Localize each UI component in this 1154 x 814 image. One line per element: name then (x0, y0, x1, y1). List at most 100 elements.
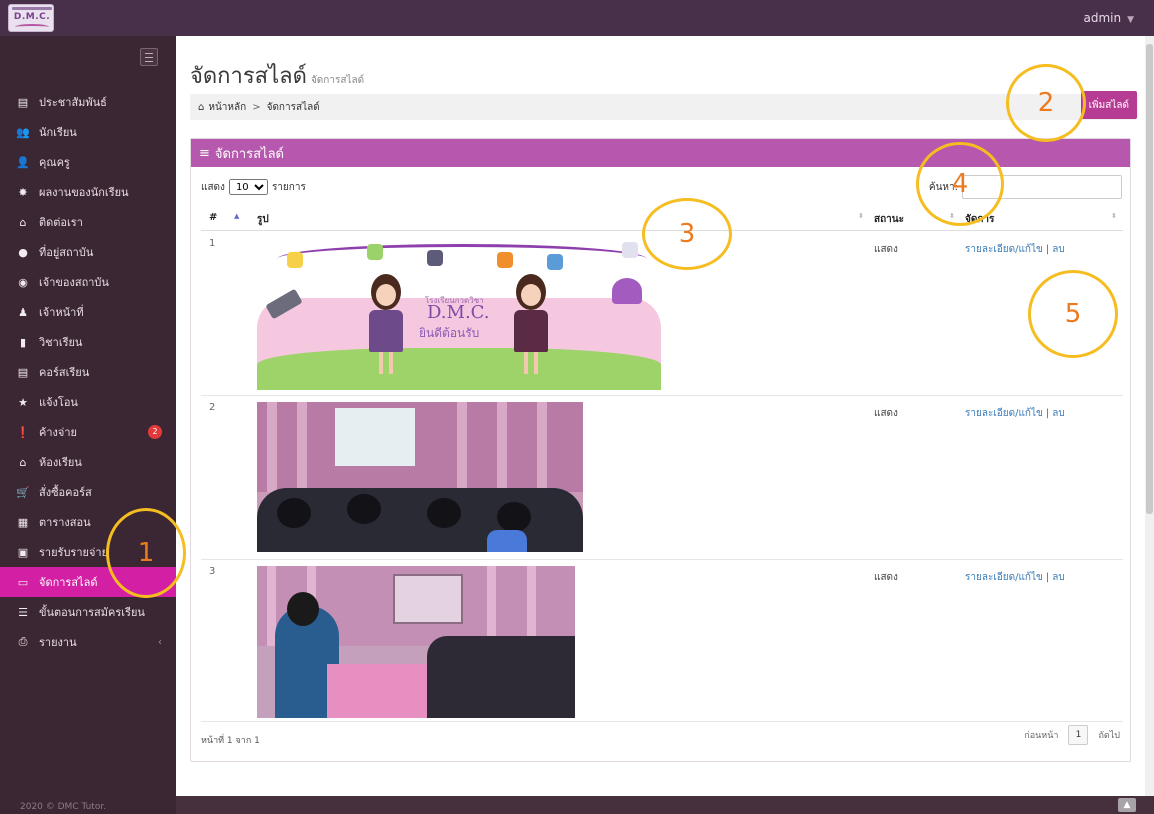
print-icon: ⎙ (18, 635, 28, 648)
sidebar-item-label: เจ้าของสถาบัน (39, 276, 109, 289)
sidebar-item-label: วิชาเรียน (39, 336, 83, 349)
user-menu[interactable]: admin ▼ (1083, 11, 1134, 25)
sidebar-item[interactable]: ☰ ขั้นตอนการสมัครเรียน (0, 597, 176, 627)
delete-link[interactable]: ลบ (1052, 408, 1064, 419)
col-image[interactable]: รูป (257, 212, 269, 227)
sidebar-item[interactable]: 👥 นักเรียน (0, 117, 176, 147)
status-text: แสดง (874, 572, 898, 583)
bars-icon: ≡ (199, 145, 210, 161)
sidebar-item-label: ติดต่อเรา (39, 216, 83, 229)
list-alt-icon: ▤ (17, 365, 29, 379)
col-status[interactable]: สถานะ (874, 212, 904, 227)
sidebar-item[interactable]: ♟ เจ้าหน้าที่ (0, 297, 176, 327)
user-icon: 👤 (16, 155, 30, 169)
sidebar-item[interactable]: 👤 คุณครู (0, 147, 176, 177)
next-page-button[interactable]: ถัดไป (1098, 728, 1120, 742)
award-icon: ✸ (18, 185, 28, 199)
sidebar-item[interactable]: ▮ วิชาเรียน (0, 327, 176, 357)
sort-asc-icon: ▲ (234, 212, 240, 220)
count-badge: 2 (148, 425, 162, 439)
chevron-left-icon: ‹ (158, 636, 162, 648)
sidebar-item-label: สั่งซื้อคอร์ส (39, 486, 92, 499)
map-marker-icon: ● (18, 245, 28, 259)
sidebar-item[interactable]: ▤ คอร์สเรียน (0, 357, 176, 387)
inbox-icon: ⌂ (19, 215, 27, 229)
sidebar-item-label: จัดการสไลด์ (39, 576, 98, 589)
sidebar-item[interactable]: ● ที่อยู่สถาบัน (0, 237, 176, 267)
top-navbar: D.M.C. admin ▼ (0, 0, 1154, 36)
breadcrumb: ⌂ หน้าหลัก > จัดการสไลด์ (190, 94, 1138, 120)
main-content: จัดการสไลด์ จัดการสไลด์ ⌂ หน้าหลัก > จัดก… (176, 36, 1145, 796)
sidebar-item-label: ค้างจ่าย (39, 426, 77, 439)
sidebar-item[interactable]: ⌂ ติดต่อเรา (0, 207, 176, 237)
status-text: แสดง (874, 244, 898, 255)
col-number[interactable]: # (209, 212, 217, 223)
desktop-icon: ▭ (17, 575, 29, 589)
home-icon[interactable]: ⌂ (198, 102, 204, 113)
dmc-logo[interactable]: D.M.C. (8, 4, 54, 32)
sidebar-item[interactable]: ▤ ประชาสัมพันธ์ (0, 87, 176, 117)
sidebar-item[interactable]: ★ แจ้งโอน (0, 387, 176, 417)
staff-icon: ♟ (18, 305, 28, 319)
logo-text: D.M.C. (13, 12, 51, 22)
sort-icon: ⬍ (1111, 212, 1117, 220)
panel-title: จัดการสไลด์ (214, 146, 285, 162)
cart-icon: 🛒 (16, 485, 30, 499)
user-name: admin (1083, 11, 1122, 25)
table-row: 2 แสดง รายละเอียด/แก้ไข | ลบ (201, 396, 1123, 560)
sidebar-item-label: ตารางสอน (39, 516, 91, 529)
status-text: แสดง (874, 408, 898, 419)
banner-brand-text: D.M.C. (427, 302, 490, 323)
table-icon: ☰ (18, 605, 28, 619)
sidebar-item-label: เจ้าหน้าที่ (39, 306, 84, 319)
sidebar-item[interactable]: 🛒 สั่งซื้อคอร์ส (0, 477, 176, 507)
breadcrumb-home[interactable]: หน้าหลัก (208, 100, 246, 115)
user-circle-icon: ◉ (18, 275, 28, 289)
sidebar: ▤ ประชาสัมพันธ์ 👥 นักเรียน 👤 คุณครู ✸ ผลงานของน… (0, 36, 176, 814)
edit-link[interactable]: รายละเอียด/แก้ไข (965, 408, 1043, 419)
add-slide-button[interactable]: เพิ่มสไลด์ (1080, 91, 1137, 119)
edit-link[interactable]: รายละเอียด/แก้ไข (965, 244, 1043, 255)
sidebar-toggle-button[interactable] (140, 48, 158, 66)
delete-link[interactable]: ลบ (1052, 572, 1064, 583)
money-icon: ▣ (17, 545, 29, 559)
sidebar-item[interactable]: ⌂ ห้องเรียน (0, 447, 176, 477)
breadcrumb-separator: > (252, 101, 261, 113)
scroll-top-button[interactable]: ▲ (1118, 798, 1136, 812)
star-icon: ★ (18, 395, 28, 409)
sidebar-item-label: ห้องเรียน (39, 456, 82, 469)
banner-welcome-text: ยินดีต้อนรับ (419, 326, 480, 340)
table-info: หน้าที่ 1 จาก 1 (201, 736, 260, 746)
sidebar-item[interactable]: ❗ ค้างจ่าย 2 (0, 417, 176, 447)
page-scrollbar[interactable] (1145, 36, 1154, 796)
slide-image-banner: โรงเรียนกวดวิชา D.M.C. ยินดีต้อนรับ (257, 238, 661, 390)
table-row: 3 แสดง รายละเอียด/แก้ไข | ลบ (201, 560, 1123, 722)
newspaper-icon: ▤ (17, 95, 29, 109)
sidebar-item-label: รายรับรายจ่าย (39, 546, 109, 559)
footer-bar: ▲ (176, 796, 1154, 814)
edit-link[interactable]: รายละเอียด/แก้ไข (965, 572, 1043, 583)
slide-image-classroom (257, 402, 583, 552)
copyright-text: 2020 © DMC Tutor. (20, 802, 107, 812)
exclamation-circle-icon: ❗ (16, 425, 30, 439)
annotation-marker: 5 (1028, 270, 1118, 358)
sidebar-item[interactable]: ✸ ผลงานของนักเรียน (0, 177, 176, 207)
row-actions: รายละเอียด/แก้ไข | ลบ (965, 244, 1065, 255)
row-actions: รายละเอียด/แก้ไข | ลบ (965, 408, 1065, 419)
users-icon: 👥 (16, 125, 30, 139)
sidebar-item-label: แจ้งโอน (39, 396, 78, 409)
row-number: 3 (209, 566, 216, 577)
sidebar-item[interactable]: ⎙ รายงาน ‹ (0, 627, 176, 657)
sidebar-item-label: ที่อยู่สถาบัน (39, 246, 94, 259)
sidebar-item[interactable]: ◉ เจ้าของสถาบัน (0, 267, 176, 297)
annotation-marker: 3 (642, 198, 732, 270)
page-length-select[interactable]: 10 (228, 179, 268, 195)
page-title: จัดการสไลด์ จัดการสไลด์ (190, 64, 365, 89)
prev-page-button[interactable]: ก่อนหน้า (1024, 728, 1058, 742)
page-length-control: แสดง 10 รายการ (201, 179, 306, 195)
slide-image-classroom (257, 566, 575, 718)
sidebar-item-label: ผลงานของนักเรียน (39, 186, 129, 199)
delete-link[interactable]: ลบ (1052, 244, 1064, 255)
page-1-button[interactable]: 1 (1068, 725, 1089, 745)
page-subtitle: จัดการสไลด์ (310, 75, 365, 86)
